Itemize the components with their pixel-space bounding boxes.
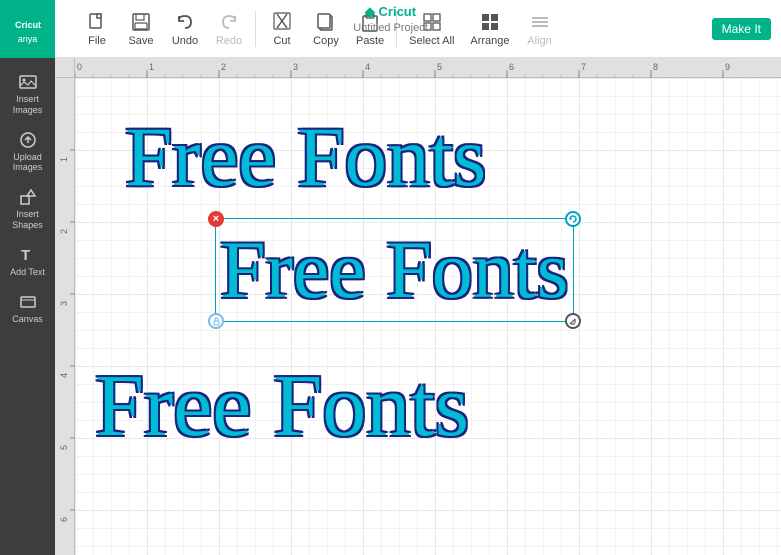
sidebar-canvas-label: Canvas — [12, 314, 43, 325]
save-label: Save — [128, 35, 153, 47]
ruler-top: 0 1 2 3 4 5 6 7 8 9 10 — [75, 58, 781, 78]
cut-button[interactable]: Cut — [260, 7, 304, 51]
svg-text:1: 1 — [149, 62, 154, 72]
delete-handle[interactable]: × — [208, 211, 224, 227]
ruler-top-ticks: 0 1 2 3 4 5 6 7 8 9 10 — [75, 58, 781, 77]
align-button[interactable]: Align — [518, 7, 562, 51]
svg-text:4: 4 — [59, 373, 69, 378]
image-icon — [18, 72, 38, 92]
svg-text:1: 1 — [59, 157, 69, 162]
sidebar-images-label: InsertImages — [13, 94, 43, 116]
sidebar-upload-label: UploadImages — [13, 152, 43, 174]
svg-text:4: 4 — [365, 62, 370, 72]
copy-icon — [315, 11, 337, 33]
redo-icon — [218, 11, 240, 33]
project-title: Untitled Project — [353, 22, 428, 34]
project-title-area: ◆ Cricut Untitled Project — [353, 4, 428, 34]
paste-label: Paste — [356, 35, 384, 47]
rotate-handle[interactable] — [565, 211, 581, 227]
undo-icon — [174, 11, 196, 33]
sidebar-item-images[interactable]: InsertImages — [3, 66, 53, 122]
arrange-label: Arrange — [470, 35, 509, 47]
svg-text:2: 2 — [59, 229, 69, 234]
resize-handle[interactable] — [565, 313, 581, 329]
redo-button[interactable]: Redo — [207, 7, 251, 51]
svg-text:7: 7 — [581, 62, 586, 72]
sidebar-shapes-label: InsertShapes — [12, 209, 43, 231]
file-label: File — [88, 35, 106, 47]
lock-handle[interactable] — [208, 313, 224, 329]
sidebar: InsertImages UploadImages InsertShapes T… — [0, 58, 55, 555]
sidebar-item-canvas[interactable]: Canvas — [3, 286, 53, 331]
svg-text:3: 3 — [293, 62, 298, 72]
upload-icon — [18, 130, 38, 150]
grid-canvas[interactable]: Free Fonts Free Fonts × Free Fonts — [75, 78, 781, 555]
canvas-text-2[interactable]: Free Fonts — [220, 223, 569, 317]
save-icon — [130, 11, 152, 33]
ruler-corner — [55, 58, 75, 78]
redo-label: Redo — [216, 35, 242, 47]
sidebar-text-label: Add Text — [10, 267, 45, 278]
select-all-label: Select All — [409, 35, 454, 47]
ruler-left: 1 2 3 4 5 6 — [55, 78, 75, 555]
svg-text:5: 5 — [59, 445, 69, 450]
svg-text:8: 8 — [653, 62, 658, 72]
sidebar-item-text[interactable]: T Add Text — [3, 239, 53, 284]
logo-area[interactable]: Cricut anya — [0, 0, 55, 58]
svg-text:6: 6 — [59, 517, 69, 522]
svg-text:5: 5 — [437, 62, 442, 72]
svg-text:9: 9 — [725, 62, 730, 72]
cut-label: Cut — [273, 35, 290, 47]
arrange-button[interactable]: Arrange — [462, 7, 517, 51]
svg-text:0: 0 — [77, 62, 82, 72]
svg-text:3: 3 — [59, 301, 69, 306]
sidebar-item-shapes[interactable]: InsertShapes — [3, 181, 53, 237]
sep1 — [255, 11, 256, 47]
canvas-text-2-container[interactable]: Free Fonts × — [220, 223, 569, 317]
copy-label: Copy — [313, 35, 339, 47]
align-label: Align — [527, 35, 551, 47]
arrange-icon — [479, 11, 501, 33]
svg-text:6: 6 — [509, 62, 514, 72]
right-toolbar: Make It — [708, 18, 781, 40]
undo-button[interactable]: Undo — [163, 7, 207, 51]
canvas-area[interactable]: 0 1 2 3 4 5 6 7 8 9 10 — [55, 58, 781, 555]
cricut-logo-icon: Cricut — [13, 14, 43, 34]
svg-text:T: T — [21, 247, 30, 264]
canvas-text-3[interactable]: Free Fonts — [95, 356, 469, 457]
undo-label: Undo — [172, 35, 198, 47]
svg-text:2: 2 — [221, 62, 226, 72]
canvas-text-1[interactable]: Free Fonts — [125, 108, 486, 206]
svg-text:Cricut: Cricut — [15, 20, 41, 30]
user-label: anya — [18, 34, 38, 44]
cut-icon — [271, 11, 293, 33]
file-menu-button[interactable]: File — [75, 7, 119, 51]
file-icon — [86, 11, 108, 33]
shapes-icon — [18, 187, 38, 207]
canvas-icon — [18, 292, 38, 312]
copy-button[interactable]: Copy — [304, 7, 348, 51]
topbar: Cricut anya File Save Undo — [0, 0, 781, 58]
text-icon: T — [18, 245, 38, 265]
cricut-brand: ◆ Cricut — [365, 4, 416, 20]
align-icon — [529, 11, 551, 33]
save-button[interactable]: Save — [119, 7, 163, 51]
make-it-button[interactable]: Make It — [712, 18, 771, 40]
sidebar-item-upload[interactable]: UploadImages — [3, 124, 53, 180]
